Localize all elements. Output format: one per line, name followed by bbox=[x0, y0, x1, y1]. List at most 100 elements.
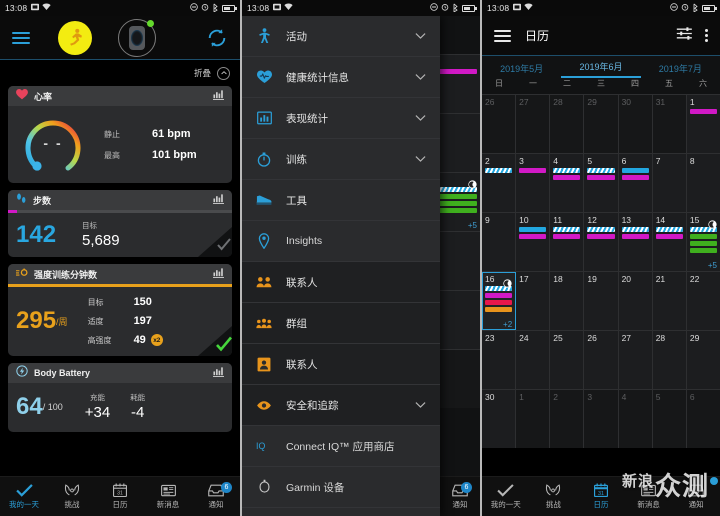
day-cell[interactable]: 7 bbox=[652, 154, 687, 212]
filter-icon[interactable] bbox=[676, 26, 693, 46]
day-cell[interactable]: 5 bbox=[652, 390, 687, 448]
nav-item-calendar[interactable]: 31 日历 bbox=[577, 483, 625, 510]
menu-icon[interactable] bbox=[494, 29, 511, 42]
activity-bar[interactable] bbox=[553, 227, 581, 233]
activity-bar[interactable] bbox=[655, 227, 683, 233]
day-cell[interactable]: 4 bbox=[550, 154, 585, 212]
drawer-item-insights[interactable]: Insights bbox=[242, 221, 440, 261]
day-cell[interactable]: 31 bbox=[652, 95, 687, 153]
activity-bar[interactable] bbox=[519, 227, 547, 233]
day-cell[interactable]: 17 bbox=[516, 272, 551, 330]
nav-item-challenges[interactable]: 挑战 bbox=[48, 483, 96, 510]
day-cell[interactable]: 3 bbox=[584, 390, 619, 448]
chevron-up-icon[interactable] bbox=[217, 66, 230, 80]
drawer-item-tools[interactable]: 工具 bbox=[242, 180, 440, 220]
chevron-down-icon[interactable] bbox=[415, 109, 426, 127]
month-next[interactable]: 2019年7月 bbox=[641, 62, 720, 78]
day-cell[interactable]: 3 bbox=[516, 154, 551, 212]
day-cell[interactable]: 20 bbox=[618, 272, 653, 330]
activity-bar[interactable] bbox=[587, 227, 615, 233]
nav-item-news[interactable]: 新消息 bbox=[625, 484, 673, 510]
day-cell[interactable]: 22 bbox=[686, 272, 720, 330]
card-body-battery[interactable]: Body Battery 64 / 100 充能 +34 耗能 -4 bbox=[8, 363, 232, 432]
chevron-down-icon[interactable] bbox=[415, 27, 426, 45]
day-cell[interactable]: 1 bbox=[686, 95, 720, 153]
activity-bar[interactable] bbox=[485, 168, 513, 174]
more-activities-label[interactable]: +5 bbox=[708, 261, 717, 270]
activity-bar[interactable] bbox=[485, 307, 513, 313]
bar-chart-icon[interactable] bbox=[213, 265, 224, 283]
nav-item-calendar[interactable]: 31 日历 bbox=[96, 483, 144, 510]
activity-bar[interactable] bbox=[553, 234, 581, 240]
drawer-item-performance-stats[interactable]: 表现统计 bbox=[242, 98, 440, 138]
chevron-down-icon[interactable] bbox=[415, 150, 426, 168]
day-cell[interactable]: 28 bbox=[550, 95, 585, 153]
day-cell[interactable]: 27 bbox=[618, 331, 653, 389]
activity-bar[interactable] bbox=[485, 293, 513, 299]
kebab-icon[interactable] bbox=[705, 29, 708, 42]
day-cell[interactable]: 23 bbox=[482, 331, 517, 389]
day-cell[interactable]: 4 bbox=[618, 390, 653, 448]
day-cell[interactable]: 1 bbox=[516, 390, 551, 448]
nav-item-notifications[interactable]: 通知 6 bbox=[192, 481, 240, 510]
drawer-item-training[interactable]: 训练 bbox=[242, 139, 440, 179]
activity-bar[interactable] bbox=[655, 234, 683, 240]
nav-item-my-day[interactable]: 我的一天 bbox=[0, 483, 48, 510]
nav-item-notifications[interactable]: 通知 6 bbox=[440, 481, 480, 510]
month-current[interactable]: 2019年6月 bbox=[561, 60, 641, 78]
day-cell[interactable]: 12 bbox=[584, 213, 619, 271]
activity-bar[interactable] bbox=[587, 234, 615, 240]
activity-bar[interactable] bbox=[689, 234, 717, 240]
day-cell[interactable]: 15 +5 bbox=[686, 213, 720, 271]
day-cell[interactable]: 6 bbox=[618, 154, 653, 212]
activity-bar[interactable] bbox=[519, 234, 547, 240]
activity-bar[interactable] bbox=[553, 175, 581, 181]
day-cell[interactable]: 11 bbox=[550, 213, 585, 271]
menu-icon[interactable] bbox=[12, 31, 30, 44]
day-cell[interactable]: 30 bbox=[482, 390, 517, 448]
drawer-item-safety-tracking[interactable]: 安全和追踪 bbox=[242, 385, 440, 425]
chevron-down-icon[interactable] bbox=[415, 396, 426, 414]
chevron-down-icon[interactable] bbox=[415, 68, 426, 86]
watch-device[interactable] bbox=[118, 18, 156, 57]
day-cell[interactable]: 29 bbox=[686, 331, 720, 389]
drawer-item-groups[interactable]: 群组 bbox=[242, 303, 440, 343]
day-cell[interactable]: 13 bbox=[618, 213, 653, 271]
activity-bar[interactable] bbox=[621, 175, 649, 181]
drawer-item-connections[interactable]: 联系人 bbox=[242, 262, 440, 302]
bar-chart-icon[interactable] bbox=[213, 191, 224, 209]
day-cell[interactable]: 27 bbox=[516, 95, 551, 153]
activity-bar[interactable] bbox=[587, 175, 615, 181]
activity-bar[interactable] bbox=[519, 168, 547, 174]
card-steps[interactable]: 步数 142 目标 5,689 bbox=[8, 190, 232, 257]
month-prev[interactable]: 2019年5月 bbox=[482, 62, 561, 78]
day-cell[interactable]: 16 +2 bbox=[482, 272, 517, 330]
day-cell[interactable]: 5 bbox=[584, 154, 619, 212]
day-cell[interactable]: 14 bbox=[652, 213, 687, 271]
day-cell[interactable]: 24 bbox=[516, 331, 551, 389]
day-cell[interactable]: 2 bbox=[482, 154, 517, 212]
activity-bar[interactable] bbox=[485, 300, 513, 306]
day-cell[interactable]: 10 bbox=[516, 213, 551, 271]
drawer-item-connect-iq-store[interactable]: IQ Connect IQ™ 应用商店 bbox=[242, 426, 440, 466]
day-cell[interactable]: 26 bbox=[482, 95, 517, 153]
activity-bar[interactable] bbox=[621, 168, 649, 174]
day-cell[interactable]: 8 bbox=[686, 154, 720, 212]
runner-avatar[interactable] bbox=[58, 20, 92, 55]
day-cell[interactable]: 30 bbox=[618, 95, 653, 153]
more-activities-label[interactable]: +2 bbox=[503, 320, 512, 329]
nav-item-challenges[interactable]: 挑战 bbox=[530, 483, 578, 510]
day-cell[interactable]: 26 bbox=[584, 331, 619, 389]
drawer-item-settings[interactable]: 设置 bbox=[242, 508, 440, 516]
day-cell[interactable]: 21 bbox=[652, 272, 687, 330]
bar-chart-icon[interactable] bbox=[213, 87, 224, 105]
day-cell[interactable]: 2 bbox=[550, 390, 585, 448]
activity-bar[interactable] bbox=[621, 234, 649, 240]
day-cell[interactable]: 29 bbox=[584, 95, 619, 153]
drawer-item-garmin-devices[interactable]: Garmin 设备 bbox=[242, 467, 440, 507]
activity-bar[interactable] bbox=[587, 168, 615, 174]
collapse-row[interactable]: 折叠 bbox=[0, 60, 240, 86]
day-cell[interactable]: 25 bbox=[550, 331, 585, 389]
day-cell[interactable]: 6 bbox=[686, 390, 720, 448]
day-cell[interactable]: 19 bbox=[584, 272, 619, 330]
